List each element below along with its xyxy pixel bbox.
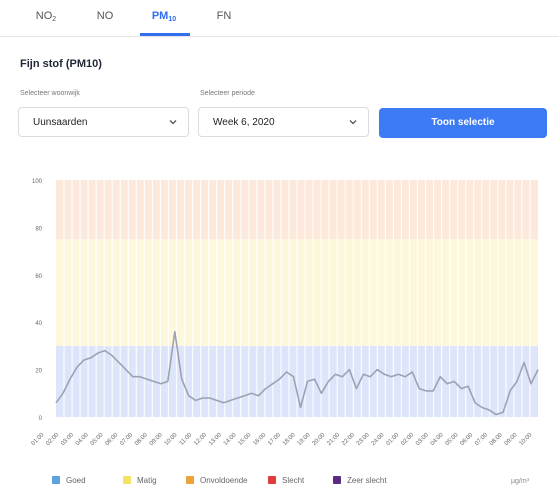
x-tick-label: 01:00 [31, 432, 46, 447]
x-tick-label: 21:00 [326, 432, 341, 447]
x-tick-label: 03:00 [60, 432, 75, 447]
legend-swatch [333, 476, 341, 484]
x-tick-label: 10:00 [519, 432, 534, 447]
period-select-value: Week 6, 2020 [213, 117, 275, 128]
x-tick-label: 05:00 [90, 432, 105, 447]
y-tick-label: 20 [35, 369, 42, 375]
x-tick-label: 18:00 [282, 432, 297, 447]
x-tick-label: 01:00 [385, 432, 400, 447]
x-tick-label: 08:00 [489, 432, 504, 447]
legend-label: Onvoldoende [200, 476, 248, 485]
unit-label: µg/m³ [511, 478, 530, 485]
x-tick-label: 14:00 [223, 432, 238, 447]
chevron-down-icon [349, 120, 357, 125]
tab-no2-label: NO [35, 10, 53, 22]
legend-item-insufficient: Onvoldoende [186, 476, 248, 485]
page-title: Fijn stof (PM10) [20, 58, 102, 70]
active-tab-indicator [140, 33, 190, 36]
x-tick-label: 07:00 [474, 432, 489, 447]
y-tick-label: 100 [32, 179, 43, 185]
tab-pm10-sub: 10 [168, 16, 177, 23]
period-select[interactable]: Week 6, 2020 [198, 107, 369, 137]
legend-swatch [186, 476, 194, 484]
legend-label: Matig [137, 476, 157, 485]
legend-item-bad: Slecht [268, 476, 304, 485]
period-field-label: Selecteer periode [200, 90, 255, 97]
pollutant-tabs: NO2 NO PM10 FN [0, 0, 559, 37]
x-tick-label: 22:00 [341, 432, 356, 447]
legend-swatch [123, 476, 131, 484]
show-selection-button[interactable]: Toon selectie [379, 108, 547, 138]
legend-label: Goed [66, 476, 86, 485]
legend-swatch [52, 476, 60, 484]
x-tick-label: 11:00 [179, 432, 194, 447]
area-select[interactable]: Uunsaarden [18, 107, 189, 137]
legend-item-very-bad: Zeer slecht [333, 476, 387, 485]
area-field-label: Selecteer woonwijk [20, 90, 80, 97]
x-tick-label: 02:00 [45, 432, 60, 447]
x-tick-label: 19:00 [297, 432, 312, 447]
legend-item-moderate: Matig [123, 476, 157, 485]
x-tick-label: 04:00 [75, 432, 90, 447]
x-tick-label: 15:00 [238, 432, 253, 447]
y-tick-label: 60 [35, 274, 42, 280]
tab-no-label: NO [96, 10, 114, 22]
x-tick-label: 06:00 [459, 432, 474, 447]
tab-fn-label: FN [216, 10, 232, 22]
x-tick-label: 03:00 [415, 432, 430, 447]
x-tick-label: 04:00 [430, 432, 445, 447]
x-tick-label: 23:00 [356, 432, 371, 447]
x-tick-label: 13:00 [208, 432, 223, 447]
x-tick-label: 16:00 [252, 432, 267, 447]
y-tick-label: 80 [35, 226, 42, 232]
x-tick-label: 02:00 [400, 432, 415, 447]
tab-no2-sub: 2 [52, 16, 57, 23]
tab-no2[interactable]: NO2 [34, 10, 58, 23]
y-tick-label: 0 [39, 416, 43, 422]
tab-fn[interactable]: FN [212, 10, 236, 22]
chevron-down-icon [169, 120, 177, 125]
x-tick-label: 12:00 [193, 432, 208, 447]
pm10-chart: 02040608010001:00 02:00 03:00 04:00 05:00 06:… [31, 179, 539, 447]
legend-label: Zeer slecht [347, 476, 387, 485]
x-tick-label: 05:00 [445, 432, 460, 447]
x-tick-label: 10:00 [164, 432, 179, 447]
legend-swatch [268, 476, 276, 484]
x-tick-label: 17:00 [267, 432, 282, 447]
x-tick-label: 09:00 [149, 432, 164, 447]
tab-no[interactable]: NO [93, 10, 117, 22]
x-tick-label: 09:00 [504, 432, 519, 447]
legend-item-good: Goed [52, 476, 86, 485]
x-tick-label: 07:00 [119, 432, 134, 447]
tab-pm10[interactable]: PM10 [146, 10, 182, 23]
y-tick-label: 40 [35, 321, 42, 327]
tab-pm10-label: PM [151, 10, 169, 22]
x-tick-label: 08:00 [134, 432, 149, 447]
legend-label: Slecht [282, 476, 305, 485]
x-tick-label: 06:00 [104, 432, 119, 447]
area-select-value: Uunsaarden [33, 117, 88, 128]
x-tick-label: 20:00 [312, 432, 327, 447]
x-tick-label: 24:00 [371, 432, 386, 447]
